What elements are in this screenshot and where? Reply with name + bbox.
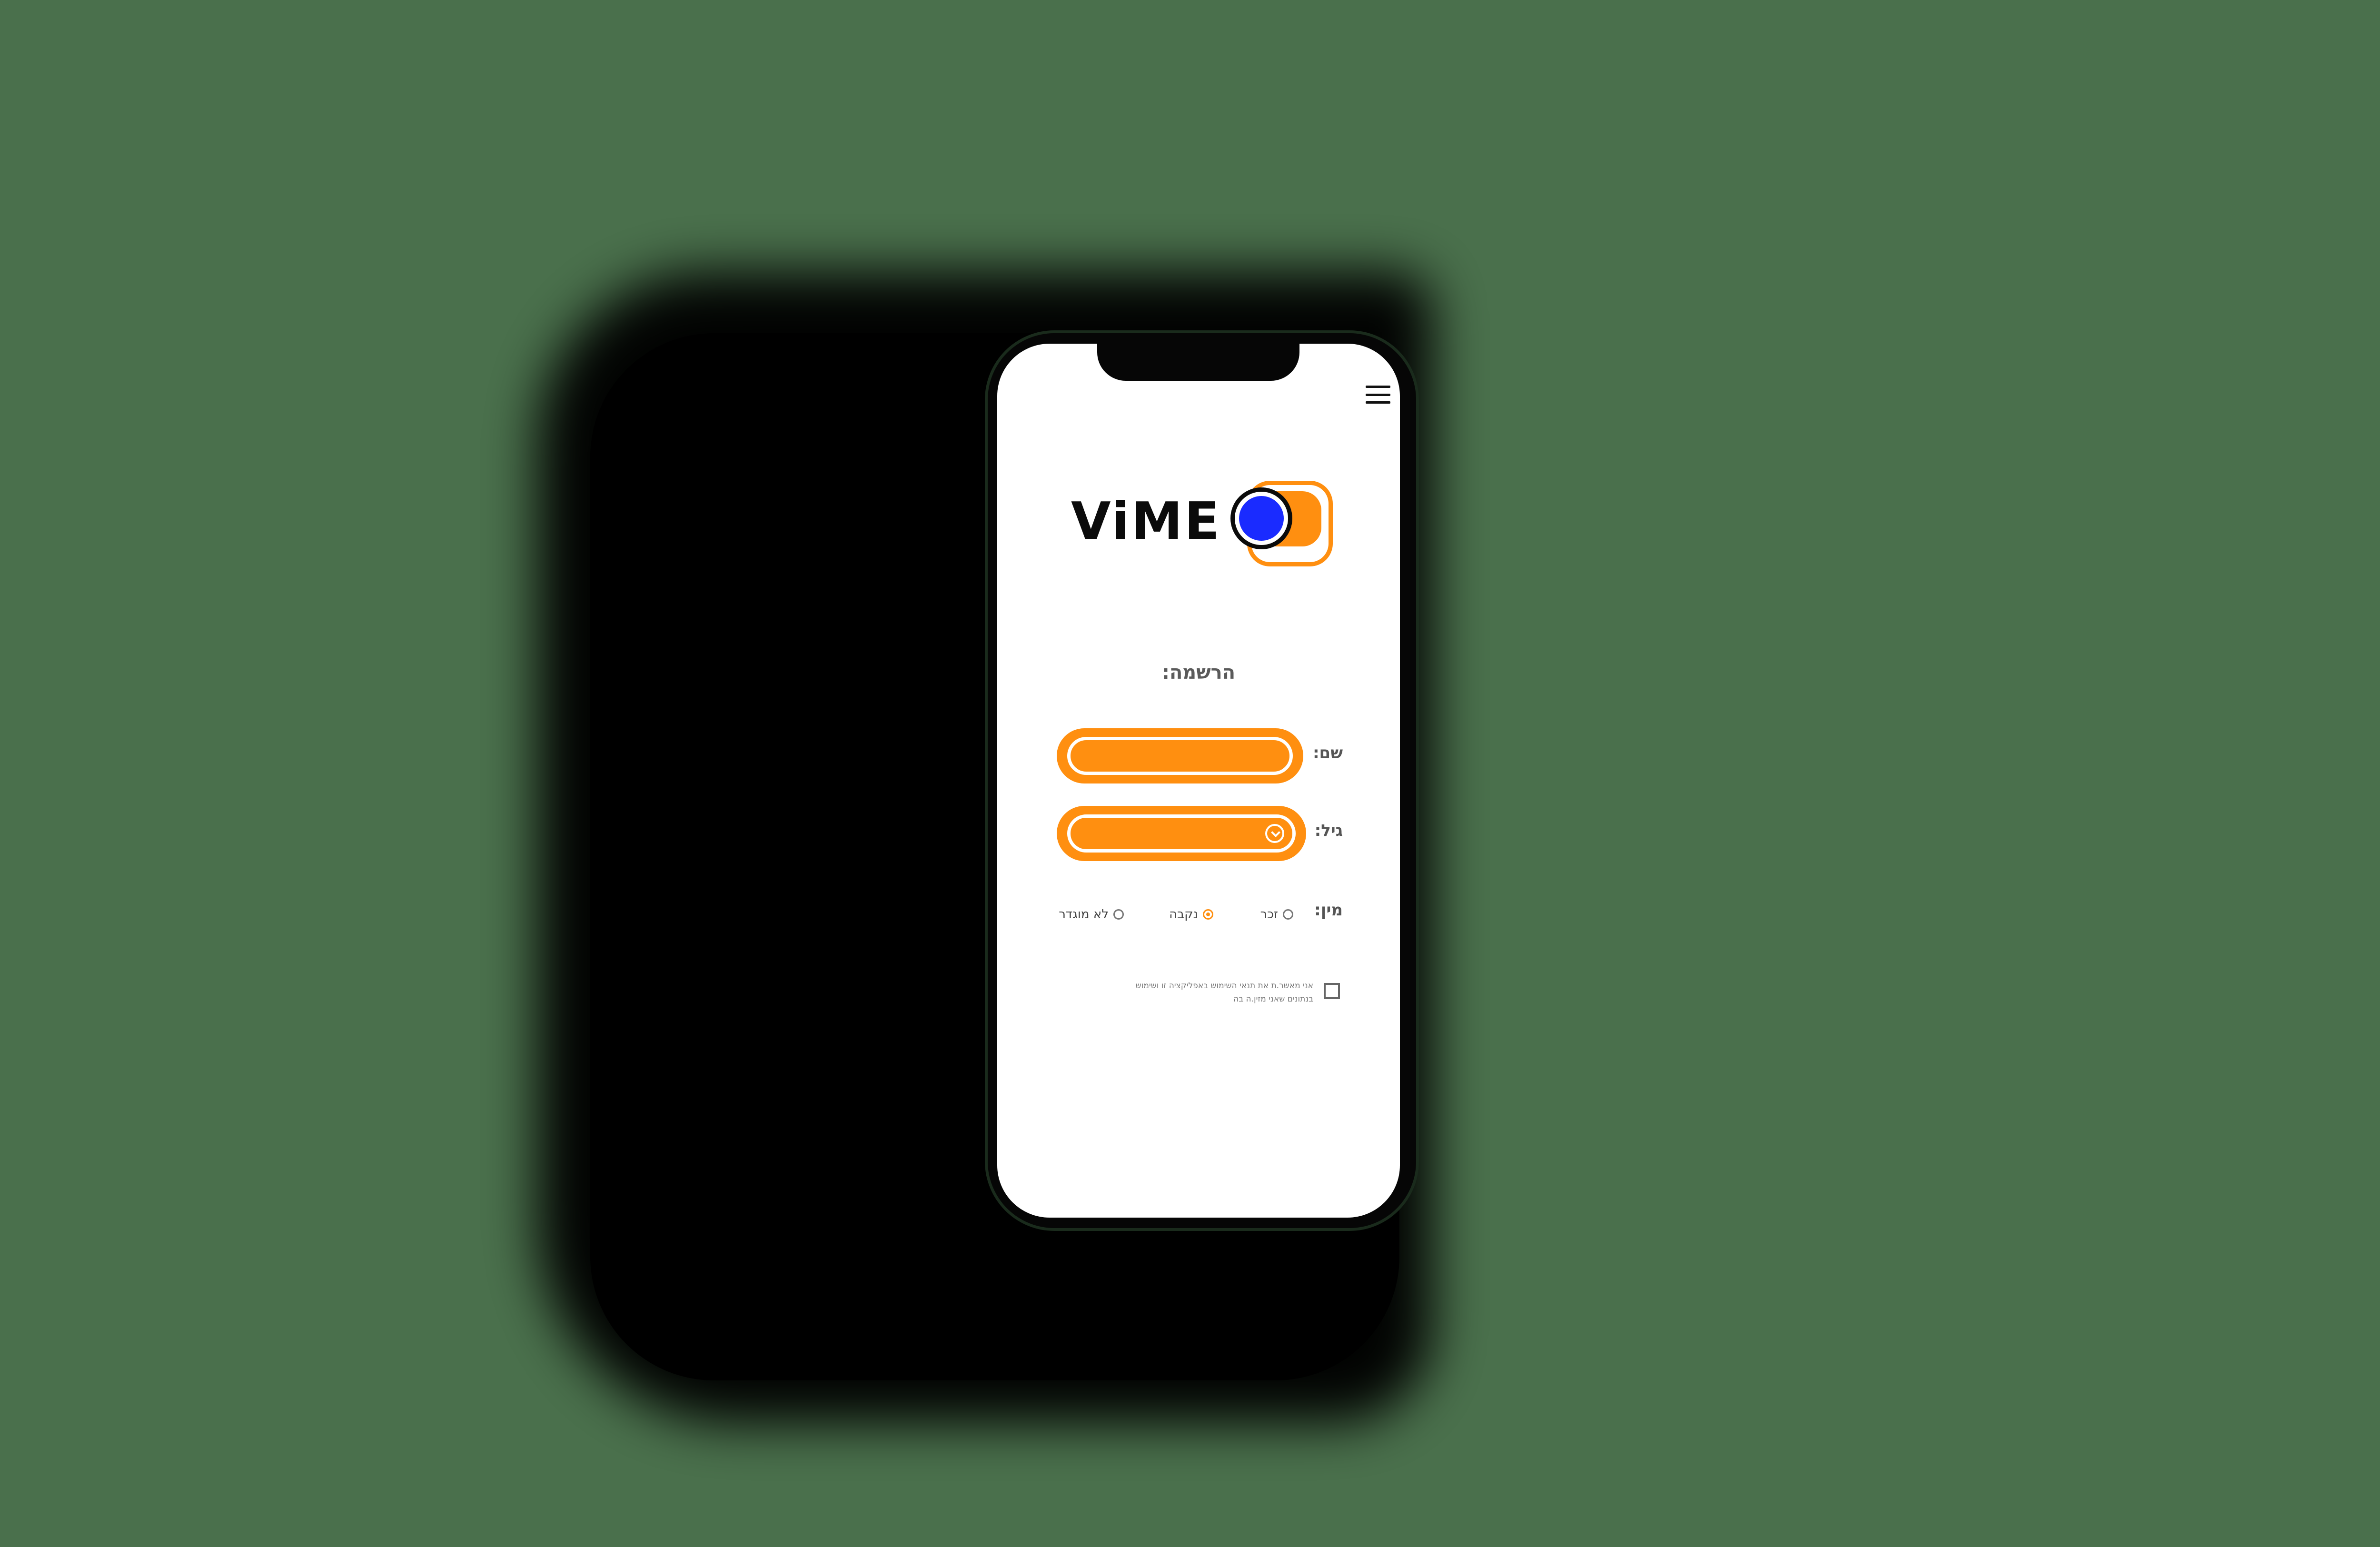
- gender-option-label: זכר: [1260, 907, 1278, 922]
- gender-option-female[interactable]: נקבה: [1169, 907, 1213, 922]
- page-title: הרשמה:: [1161, 662, 1236, 684]
- gender-option-undefined[interactable]: לא מוגדר: [1059, 907, 1124, 922]
- gender-option-male[interactable]: זכר: [1260, 907, 1293, 922]
- consent-text: אני מאשר.ת את תנאי השימוש באפליקציה זו ו…: [1135, 981, 1313, 1004]
- name-label: שם:: [1312, 744, 1343, 763]
- consent-checkbox[interactable]: [1324, 983, 1340, 999]
- age-label: גיל:: [1314, 821, 1343, 840]
- radio-undefined-circle[interactable]: [1113, 909, 1124, 920]
- phone-screen: ViME הרשמה: שם: גיל: מין: זכר נקבה לא מו…: [997, 344, 1400, 1218]
- age-select-inner: [1067, 814, 1296, 853]
- gender-option-label: לא מוגדר: [1059, 907, 1109, 922]
- radio-female-circle[interactable]: [1203, 909, 1213, 920]
- radio-male-circle[interactable]: [1283, 909, 1293, 920]
- consent-row: אני מאשר.ת את תנאי השימוש באפליקציה זו ו…: [1092, 979, 1340, 1017]
- app-logo: ViME: [1071, 477, 1338, 572]
- gender-radio-group: זכר נקבה לא מוגדר: [997, 902, 1400, 925]
- gender-option-label: נקבה: [1169, 907, 1198, 922]
- hamburger-menu-icon[interactable]: [1366, 386, 1390, 404]
- age-select[interactable]: [1057, 806, 1306, 861]
- name-input-inner: [1067, 737, 1293, 775]
- phone-notch: [1097, 344, 1299, 381]
- toggle-knob-core: [1239, 496, 1284, 541]
- chevron-down-circle-icon[interactable]: [1265, 824, 1284, 843]
- name-input[interactable]: [1057, 728, 1303, 783]
- logo-text: ViME: [1071, 492, 1221, 551]
